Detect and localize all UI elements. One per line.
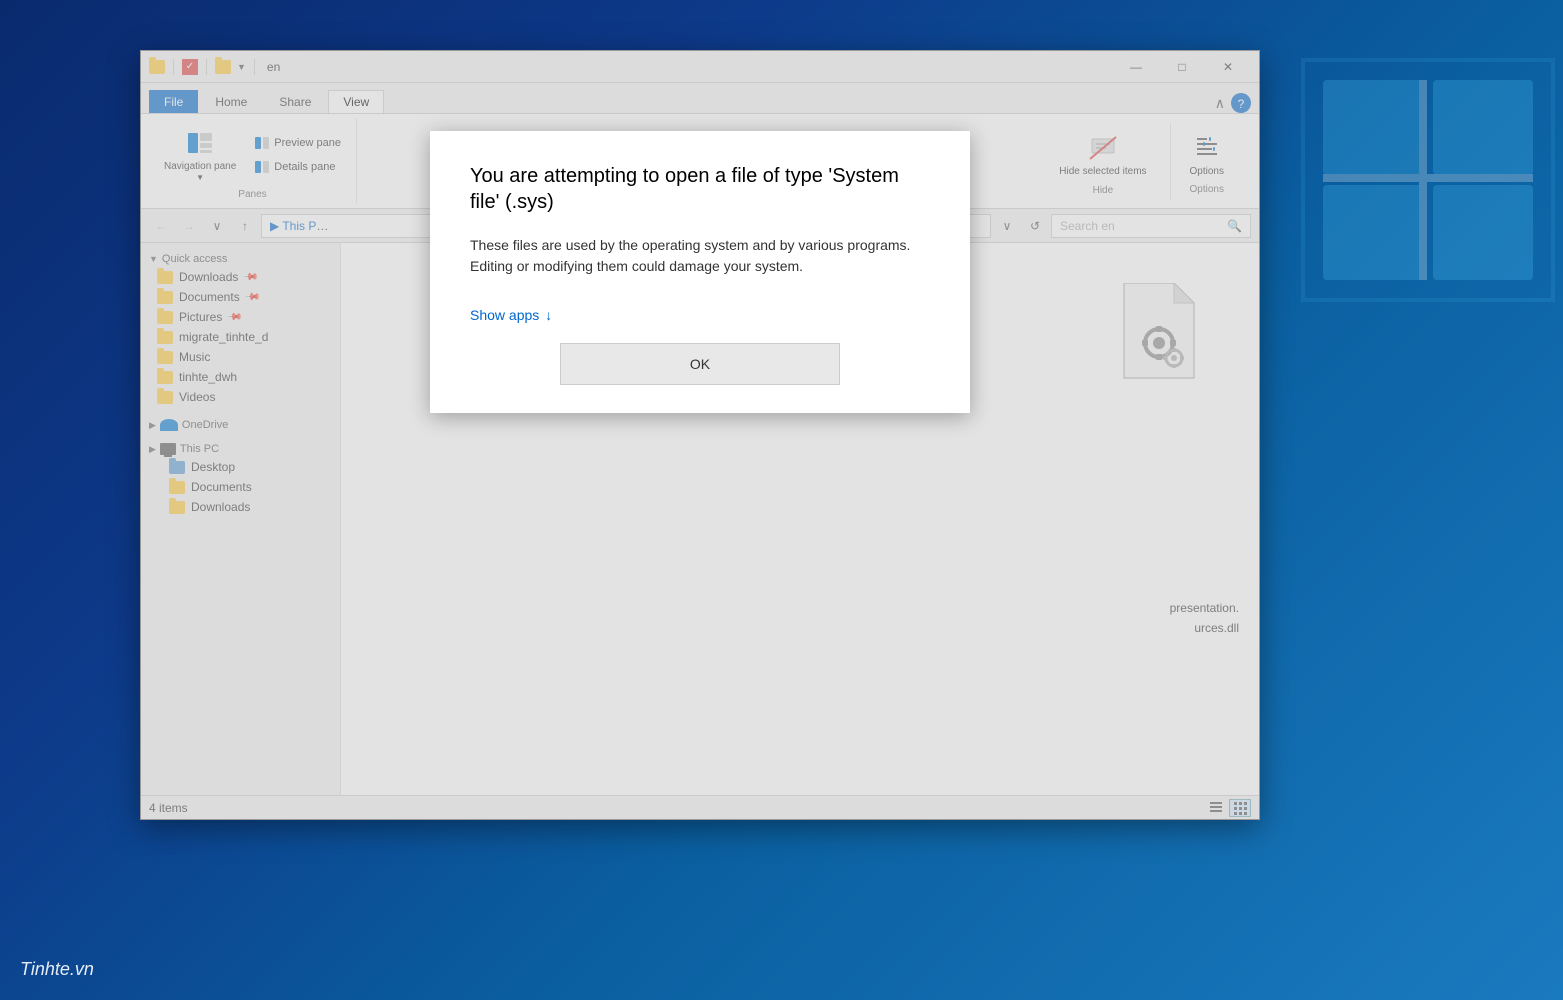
show-apps-arrow-icon: ↓ [545,307,552,323]
modal-dialog: You are attempting to open a file of typ… [430,131,970,413]
modal-title: You are attempting to open a file of typ… [470,163,930,215]
brand-label: Tinhte.vn [20,959,94,980]
win-logo-decoration [1243,0,1563,1000]
show-apps-label: Show apps [470,307,539,323]
ok-button[interactable]: OK [560,343,840,385]
modal-body: These files are used by the operating sy… [470,235,930,277]
explorer-window: ✓ ▼ en — □ ✕ File Home Share View ∧ ? [140,50,1260,820]
modal-footer: OK [470,343,930,385]
show-apps-link[interactable]: Show apps ↓ [470,307,552,323]
modal-overlay: You are attempting to open a file of typ… [141,51,1259,819]
